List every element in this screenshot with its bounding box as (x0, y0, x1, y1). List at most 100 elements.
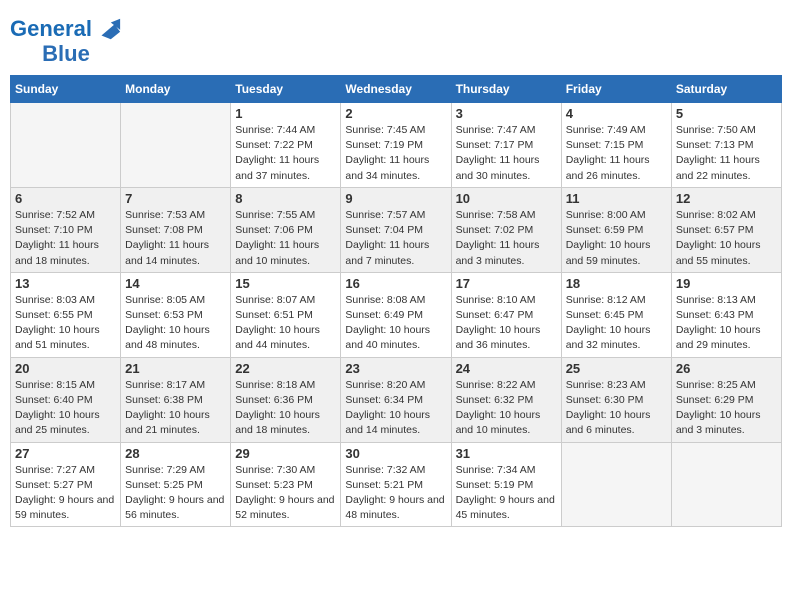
cell-info: Sunrise: 8:07 AMSunset: 6:51 PMDaylight:… (235, 293, 336, 354)
calendar-cell: 24Sunrise: 8:22 AMSunset: 6:32 PMDayligh… (451, 357, 561, 442)
calendar-cell: 20Sunrise: 8:15 AMSunset: 6:40 PMDayligh… (11, 357, 121, 442)
day-number: 11 (566, 191, 667, 206)
calendar-week-row: 27 Sunrise: 7:27 AMSunset: 5:27 PMDayligh… (11, 442, 782, 527)
day-number: 22 (235, 361, 336, 376)
calendar-cell: 12 Sunrise: 8:02 AMSunset: 6:57 PMDayligh… (671, 187, 781, 272)
day-number: 2 (345, 106, 446, 121)
logo: General Blue (10, 15, 122, 65)
day-number: 27 (15, 446, 116, 461)
day-number: 21 (125, 361, 226, 376)
day-number: 19 (676, 276, 777, 291)
day-number: 23 (345, 361, 446, 376)
cell-info: Sunrise: 7:50 AMSunset: 7:13 PMDaylight:… (676, 123, 777, 184)
day-number: 30 (345, 446, 446, 461)
cell-info: Sunrise: 8:10 AMSunset: 6:47 PMDaylight:… (456, 293, 557, 354)
day-number: 15 (235, 276, 336, 291)
cell-info: Sunrise: 7:44 AMSunset: 7:22 PMDaylight:… (235, 123, 336, 184)
calendar-cell: 31Sunrise: 7:34 AMSunset: 5:19 PMDayligh… (451, 442, 561, 527)
calendar-cell: 14 Sunrise: 8:05 AMSunset: 6:53 PMDayligh… (121, 272, 231, 357)
calendar-cell: 16 Sunrise: 8:08 AMSunset: 6:49 PMDayligh… (341, 272, 451, 357)
logo-text: General (10, 18, 92, 40)
calendar-cell: 3Sunrise: 7:47 AMSunset: 7:17 PMDaylight… (451, 103, 561, 188)
cell-info: Sunrise: 8:13 AMSunset: 6:43 PMDaylight:… (676, 293, 777, 354)
day-header-saturday: Saturday (671, 76, 781, 103)
day-header-thursday: Thursday (451, 76, 561, 103)
cell-info: Sunrise: 7:58 AMSunset: 7:02 PMDaylight:… (456, 208, 557, 269)
calendar-cell: 29 Sunrise: 7:30 AMSunset: 5:23 PMDayligh… (231, 442, 341, 527)
calendar-cell (561, 442, 671, 527)
calendar-cell: 11 Sunrise: 8:00 AMSunset: 6:59 PMDayligh… (561, 187, 671, 272)
day-number: 29 (235, 446, 336, 461)
cell-info: Sunrise: 8:20 AMSunset: 6:34 PMDaylight:… (345, 378, 446, 439)
cell-info: Sunrise: 8:18 AMSunset: 6:36 PMDaylight:… (235, 378, 336, 439)
calendar-cell (11, 103, 121, 188)
calendar-cell: 4 Sunrise: 7:49 AMSunset: 7:15 PMDaylight… (561, 103, 671, 188)
calendar-cell: 9Sunrise: 7:57 AMSunset: 7:04 PMDaylight… (341, 187, 451, 272)
calendar-week-row: 6 Sunrise: 7:52 AMSunset: 7:10 PMDaylight… (11, 187, 782, 272)
day-number: 8 (235, 191, 336, 206)
cell-info: Sunrise: 8:05 AMSunset: 6:53 PMDaylight:… (125, 293, 226, 354)
cell-info: Sunrise: 7:52 AMSunset: 7:10 PMDaylight:… (15, 208, 116, 269)
cell-info: Sunrise: 8:02 AMSunset: 6:57 PMDaylight:… (676, 208, 777, 269)
calendar-cell: 21 Sunrise: 8:17 AMSunset: 6:38 PMDayligh… (121, 357, 231, 442)
logo-icon (94, 15, 122, 43)
cell-info: Sunrise: 7:53 AMSunset: 7:08 PMDaylight:… (125, 208, 226, 269)
calendar-week-row: 1 Sunrise: 7:44 AMSunset: 7:22 PMDaylight… (11, 103, 782, 188)
day-header-friday: Friday (561, 76, 671, 103)
cell-info: Sunrise: 8:15 AMSunset: 6:40 PMDaylight:… (15, 378, 116, 439)
cell-info: Sunrise: 8:25 AMSunset: 6:29 PMDaylight:… (676, 378, 777, 439)
calendar-cell: 7 Sunrise: 7:53 AMSunset: 7:08 PMDaylight… (121, 187, 231, 272)
calendar-cell: 19 Sunrise: 8:13 AMSunset: 6:43 PMDayligh… (671, 272, 781, 357)
day-number: 26 (676, 361, 777, 376)
day-number: 1 (235, 106, 336, 121)
day-number: 25 (566, 361, 667, 376)
page-header: General Blue (10, 10, 782, 65)
cell-info: Sunrise: 8:00 AMSunset: 6:59 PMDaylight:… (566, 208, 667, 269)
calendar-cell: 18Sunrise: 8:12 AMSunset: 6:45 PMDayligh… (561, 272, 671, 357)
calendar-cell: 13Sunrise: 8:03 AMSunset: 6:55 PMDayligh… (11, 272, 121, 357)
day-number: 14 (125, 276, 226, 291)
calendar-cell (671, 442, 781, 527)
day-number: 28 (125, 446, 226, 461)
cell-info: Sunrise: 7:32 AMSunset: 5:21 PMDaylight:… (345, 463, 446, 524)
cell-info: Sunrise: 7:47 AMSunset: 7:17 PMDaylight:… (456, 123, 557, 184)
cell-info: Sunrise: 7:49 AMSunset: 7:15 PMDaylight:… (566, 123, 667, 184)
calendar-cell: 2Sunrise: 7:45 AMSunset: 7:19 PMDaylight… (341, 103, 451, 188)
day-number: 6 (15, 191, 116, 206)
cell-info: Sunrise: 7:27 AMSunset: 5:27 PMDaylight:… (15, 463, 116, 524)
cell-info: Sunrise: 8:08 AMSunset: 6:49 PMDaylight:… (345, 293, 446, 354)
day-number: 24 (456, 361, 557, 376)
calendar-week-row: 13Sunrise: 8:03 AMSunset: 6:55 PMDayligh… (11, 272, 782, 357)
calendar-cell: 23 Sunrise: 8:20 AMSunset: 6:34 PMDayligh… (341, 357, 451, 442)
day-number: 31 (456, 446, 557, 461)
day-number: 4 (566, 106, 667, 121)
calendar-cell: 25Sunrise: 8:23 AMSunset: 6:30 PMDayligh… (561, 357, 671, 442)
day-number: 10 (456, 191, 557, 206)
cell-info: Sunrise: 7:29 AMSunset: 5:25 PMDaylight:… (125, 463, 226, 524)
calendar-cell (121, 103, 231, 188)
day-number: 5 (676, 106, 777, 121)
calendar-cell: 15 Sunrise: 8:07 AMSunset: 6:51 PMDayligh… (231, 272, 341, 357)
day-number: 9 (345, 191, 446, 206)
day-header-tuesday: Tuesday (231, 76, 341, 103)
cell-info: Sunrise: 8:12 AMSunset: 6:45 PMDaylight:… (566, 293, 667, 354)
logo-text-blue: Blue (42, 43, 90, 65)
calendar-cell: 8Sunrise: 7:55 AMSunset: 7:06 PMDaylight… (231, 187, 341, 272)
day-number: 16 (345, 276, 446, 291)
day-number: 17 (456, 276, 557, 291)
cell-info: Sunrise: 7:30 AMSunset: 5:23 PMDaylight:… (235, 463, 336, 524)
day-number: 12 (676, 191, 777, 206)
calendar-cell: 6 Sunrise: 7:52 AMSunset: 7:10 PMDaylight… (11, 187, 121, 272)
calendar-cell: 17 Sunrise: 8:10 AMSunset: 6:47 PMDayligh… (451, 272, 561, 357)
day-header-wednesday: Wednesday (341, 76, 451, 103)
calendar-cell: 27 Sunrise: 7:27 AMSunset: 5:27 PMDayligh… (11, 442, 121, 527)
cell-info: Sunrise: 8:17 AMSunset: 6:38 PMDaylight:… (125, 378, 226, 439)
calendar-cell: 1 Sunrise: 7:44 AMSunset: 7:22 PMDaylight… (231, 103, 341, 188)
calendar-cell: 26 Sunrise: 8:25 AMSunset: 6:29 PMDayligh… (671, 357, 781, 442)
calendar-cell: 22 Sunrise: 8:18 AMSunset: 6:36 PMDayligh… (231, 357, 341, 442)
day-header-monday: Monday (121, 76, 231, 103)
calendar-table: SundayMondayTuesdayWednesdayThursdayFrid… (10, 75, 782, 527)
calendar-cell: 10 Sunrise: 7:58 AMSunset: 7:02 PMDayligh… (451, 187, 561, 272)
day-number: 7 (125, 191, 226, 206)
day-header-sunday: Sunday (11, 76, 121, 103)
